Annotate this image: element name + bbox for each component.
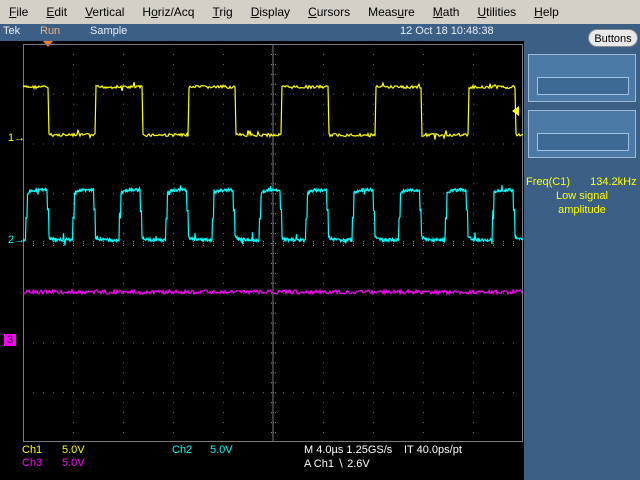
menu-item-2[interactable]: Vertical xyxy=(76,0,133,24)
ch2-scale[interactable]: 5.0V xyxy=(210,444,233,456)
datetime: 12 Oct 18 10:48:38 xyxy=(400,25,494,37)
ch1-marker[interactable]: 1→ xyxy=(8,132,25,144)
measurement-value: 134.2kHz xyxy=(590,176,637,188)
menu-item-1[interactable]: Edit xyxy=(37,0,76,24)
menu-item-0[interactable]: File xyxy=(0,0,37,24)
brand-label: Tek xyxy=(3,25,21,37)
interpolation-readout[interactable]: IT 40.0ps/pt xyxy=(404,444,462,456)
panel-box-1[interactable] xyxy=(528,54,636,102)
menu-item-4[interactable]: Trig xyxy=(203,0,241,24)
panel-field-1[interactable] xyxy=(537,77,629,95)
trigger-readout[interactable]: A Ch1 ∖ 2.6V xyxy=(304,457,370,470)
status-bar: Tek Run Sample 12 Oct 18 10:48:38 xyxy=(0,24,524,41)
menu-item-5[interactable]: Display xyxy=(242,0,299,24)
menu-item-8[interactable]: Math xyxy=(424,0,469,24)
menu-item-6[interactable]: Cursors xyxy=(299,0,359,24)
menu-item-9[interactable]: Utilities xyxy=(468,0,525,24)
ch3-label[interactable]: Ch3 xyxy=(22,457,42,469)
menu-item-10[interactable]: Help xyxy=(525,0,568,24)
waveform-display[interactable] xyxy=(23,44,523,442)
measurement-note-1: Low signal xyxy=(556,190,608,202)
acquisition-mode[interactable]: Sample xyxy=(90,25,127,37)
menu-bar: File Edit Vertical Horiz/Acq Trig Display Curs… xyxy=(0,0,640,24)
ch2-marker[interactable]: 2→ xyxy=(8,234,25,246)
panel-field-2[interactable] xyxy=(537,133,629,151)
panel-box-2[interactable] xyxy=(528,110,636,158)
run-status[interactable]: Run xyxy=(40,25,60,37)
graticule-grid xyxy=(23,44,523,442)
buttons-button[interactable]: Buttons xyxy=(588,29,638,47)
readout-bar: Ch1 5.0V Ch3 5.0V Ch2 5.0V M 4.0µs 1.25G… xyxy=(0,442,524,480)
menu-item-3[interactable]: Horiz/Acq xyxy=(133,0,203,24)
measurement-note-2: amplitude xyxy=(558,204,606,216)
ch3-marker[interactable]: 3 xyxy=(4,334,17,346)
horizontal-readout[interactable]: M 4.0µs 1.25GS/s xyxy=(304,444,392,456)
measurement-readout[interactable]: Freq(C1) 134.2kHz xyxy=(526,176,640,188)
menu-item-7[interactable]: Measure xyxy=(359,0,424,24)
ch1-label[interactable]: Ch1 xyxy=(22,444,42,456)
trigger-level-icon[interactable] xyxy=(512,106,519,116)
control-panel: Buttons Freq(C1) 134.2kHz Low signal amp… xyxy=(524,24,640,480)
ch1-scale[interactable]: 5.0V xyxy=(62,444,85,456)
ch3-scale[interactable]: 5.0V xyxy=(62,457,85,469)
measurement-name: Freq(C1) xyxy=(526,176,571,188)
ch2-label[interactable]: Ch2 xyxy=(172,444,192,456)
